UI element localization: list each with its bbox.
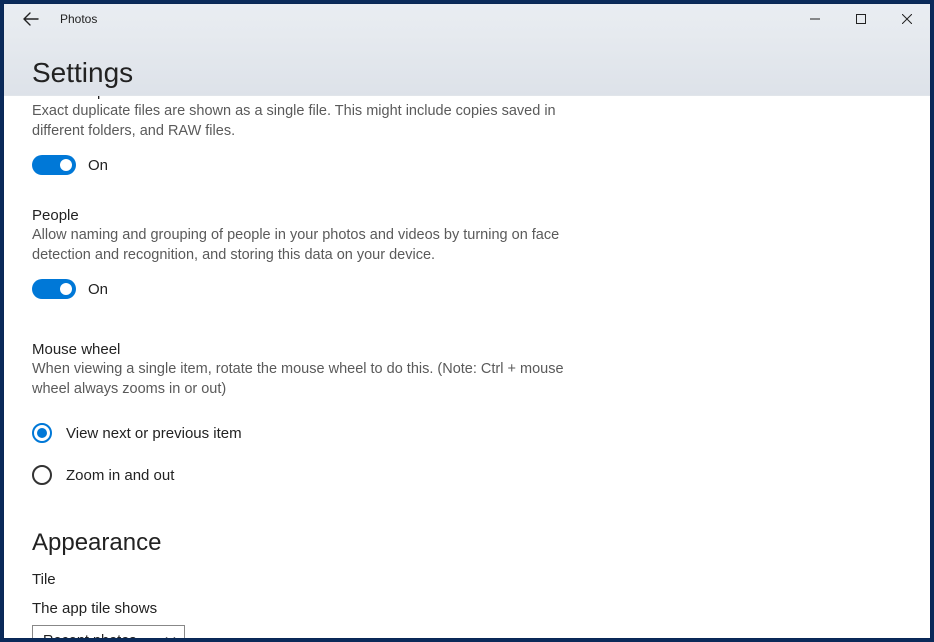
linked-duplicates-toggle-row: On <box>32 155 902 175</box>
close-button[interactable] <box>884 4 930 34</box>
settings-content: Linked duplicates Exact duplicate files … <box>4 96 930 638</box>
people-desc: Allow naming and grouping of people in y… <box>32 226 592 265</box>
page-header: Settings <box>4 34 930 96</box>
mouse-wheel-option-zoom-label: Zoom in and out <box>66 467 174 484</box>
people-title: People <box>32 207 902 224</box>
people-state: On <box>88 281 108 298</box>
back-button[interactable] <box>10 4 52 34</box>
linked-duplicates-state: On <box>88 157 108 174</box>
minimize-button[interactable] <box>792 4 838 34</box>
minimize-icon <box>810 14 820 24</box>
people-toggle[interactable] <box>32 279 76 299</box>
radio-unselected-icon <box>32 465 52 485</box>
appearance-heading: Appearance <box>32 529 902 557</box>
tile-label: Tile <box>32 571 902 588</box>
mouse-wheel-option-next-label: View next or previous item <box>66 425 242 442</box>
titlebar: Photos <box>4 4 930 34</box>
titlebar-left: Photos <box>4 4 97 34</box>
radio-selected-icon <box>32 423 52 443</box>
app-title: Photos <box>60 12 97 26</box>
people-toggle-row: On <box>32 279 902 299</box>
mouse-wheel-title: Mouse wheel <box>32 341 902 358</box>
maximize-button[interactable] <box>838 4 884 34</box>
toggle-knob <box>60 159 72 171</box>
back-arrow-icon <box>23 11 39 27</box>
maximize-icon <box>856 14 866 24</box>
toggle-knob <box>60 283 72 295</box>
tile-dropdown-value: Recent photos <box>43 633 137 638</box>
tile-dropdown[interactable]: Recent photos <box>32 625 185 638</box>
mouse-wheel-desc: When viewing a single item, rotate the m… <box>32 360 592 399</box>
photos-settings-window: Photos Settings Linked duplicates Exact … <box>4 4 930 638</box>
mouse-wheel-option-next[interactable]: View next or previous item <box>32 423 902 443</box>
linked-duplicates-title: Linked duplicates <box>32 96 902 100</box>
linked-duplicates-desc: Exact duplicate files are shown as a sin… <box>32 102 592 141</box>
mouse-wheel-option-zoom[interactable]: Zoom in and out <box>32 465 902 485</box>
close-icon <box>902 14 912 24</box>
page-title: Settings <box>32 57 133 89</box>
window-controls <box>792 4 930 34</box>
linked-duplicates-toggle[interactable] <box>32 155 76 175</box>
chevron-down-icon <box>165 633 176 638</box>
tile-desc: The app tile shows <box>32 600 902 617</box>
